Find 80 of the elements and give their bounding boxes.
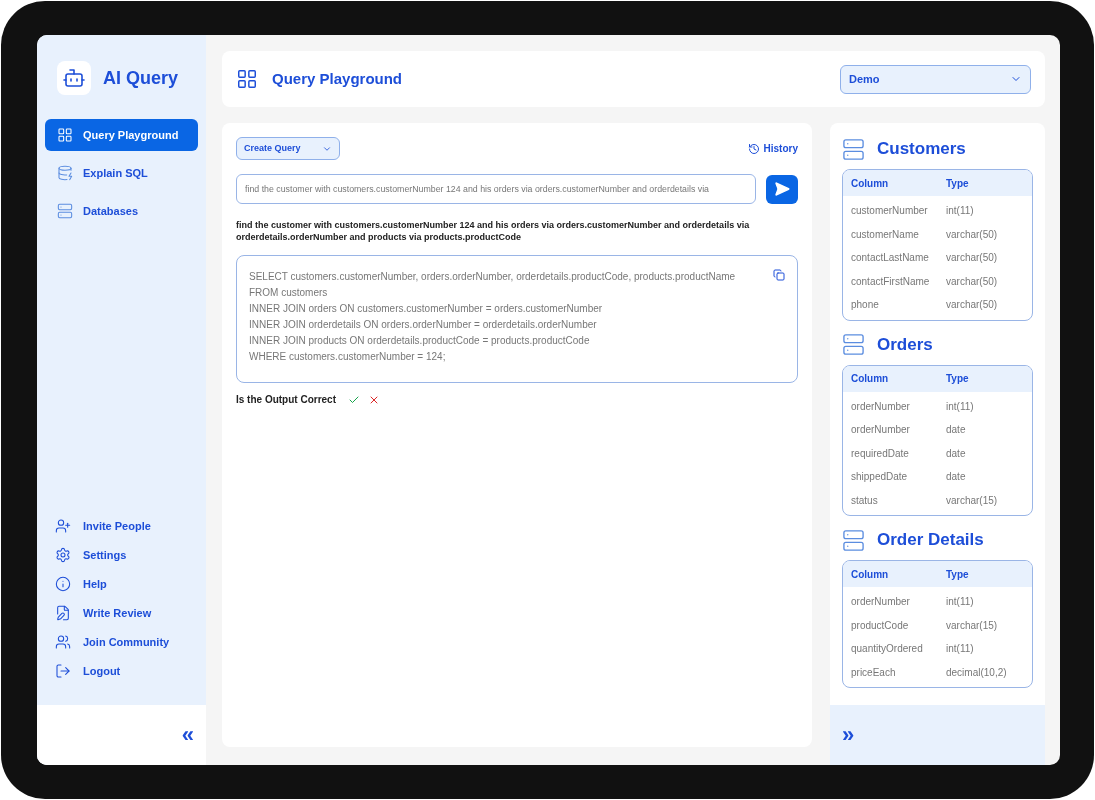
feedback-question: Is the Output Correct <box>236 393 336 407</box>
database-icon <box>57 165 73 181</box>
column-header: Column <box>851 176 890 191</box>
sql-line: INNER JOIN orderdetails ON orders.orderNumber = orderdetails.orderNumber <box>249 318 598 332</box>
page-title: Query Playground <box>272 68 403 89</box>
column-header: Type <box>946 567 969 582</box>
pen-note-icon <box>55 605 71 621</box>
table-cell-text: varchar(15) <box>946 618 998 633</box>
table-cell-text: varchar(50) <box>946 274 998 289</box>
table-cell-text: date <box>946 470 966 485</box>
nav-item[interactable]: Databases <box>45 195 198 227</box>
server-icon <box>57 203 73 219</box>
table-cell-text: status <box>851 493 879 508</box>
table-cell-text: requiredDate <box>851 446 910 461</box>
table-title: Order Details <box>877 529 984 552</box>
sidebar-link[interactable]: Help <box>55 574 188 594</box>
table-cell-text: orderNumber <box>851 399 911 414</box>
history-icon <box>747 142 760 155</box>
table-cell-text: quantityOrdered <box>851 642 924 657</box>
sidebar-link[interactable]: Join Community <box>55 632 188 652</box>
table-cell-text: date <box>946 423 966 438</box>
table-cell-text: priceEach <box>851 665 897 680</box>
table-cell-text: contactFirstName <box>851 274 931 289</box>
database-select[interactable]: Demo <box>840 64 1031 94</box>
grid-icon <box>236 68 258 90</box>
table-cell-text: contactLastName <box>851 251 930 266</box>
settings-icon <box>55 547 71 563</box>
send-icon <box>774 181 790 197</box>
nav-item[interactable]: Explain SQL <box>45 157 198 189</box>
table-cell-text: customerNumber <box>851 204 929 219</box>
table-cell-text: int(11) <box>946 642 974 657</box>
sql-line: SELECT customers.customerNumber, orders.orderNumber, orderdetails.productCode, products.productName <box>249 270 736 284</box>
table-title: Customers <box>877 138 966 161</box>
table-cell-text: int(11) <box>946 204 974 219</box>
table-cell-text: varchar(50) <box>946 298 998 313</box>
column-header: Column <box>851 567 890 582</box>
table-cell-text: int(11) <box>946 399 974 414</box>
send-button[interactable] <box>766 174 798 204</box>
query-input-field[interactable]: find the customer with customers.customerNumber 124 and his orders via orders.customerNumber and orderdetails via <box>236 174 756 204</box>
table-cell-text: orderNumber <box>851 423 911 438</box>
table-cell-text: varchar(15) <box>946 493 998 508</box>
sidebar-link[interactable]: Invite People <box>55 516 188 536</box>
copy-icon[interactable] <box>773 269 785 281</box>
table-title: Orders <box>877 333 933 356</box>
sidebar-link[interactable]: Write Review <box>55 603 188 623</box>
expand-panel-button[interactable]: » <box>842 724 855 746</box>
table-cell-text: varchar(50) <box>946 227 998 242</box>
nav-item[interactable]: Query Playground <box>45 119 198 151</box>
user-plus-icon <box>55 518 71 534</box>
logout-icon <box>55 663 71 679</box>
table-cell-text: shippedDate <box>851 470 909 485</box>
prompt-text: find the customer with customers.customerNumber 124 and his orders via orders.customerNumber and orderdetails via orderdetails.orderNumber and products via products.productCode <box>236 219 751 243</box>
sql-line: FROM customers <box>249 286 329 300</box>
sidebar-link[interactable]: Settings <box>55 545 188 565</box>
sql-line: WHERE customers.customerNumber = 124; <box>249 350 447 364</box>
server-icon <box>842 528 865 552</box>
grid-icon <box>57 127 73 143</box>
server-icon <box>842 333 865 356</box>
table-cell-text: productCode <box>851 618 910 633</box>
table-cell-text: orderNumber <box>851 595 911 610</box>
column-header: Type <box>946 176 969 191</box>
sql-line: INNER JOIN products ON orderdetails.productCode = products.productCode <box>249 334 591 348</box>
column-header: Column <box>851 372 890 386</box>
sidebar-link[interactable]: Logout <box>55 661 188 681</box>
info-icon <box>55 576 71 592</box>
app-name: AI Query <box>103 66 179 90</box>
table-cell-text: phone <box>851 298 880 313</box>
sql-line: INNER JOIN orders ON customers.customerNumber = orders.customerNumber <box>249 302 604 316</box>
history-link[interactable]: History <box>747 141 798 156</box>
table-cell-text: decimal(10,2) <box>946 665 1007 680</box>
robot-logo-icon <box>57 61 91 95</box>
people-icon <box>55 634 71 650</box>
collapse-sidebar-button[interactable]: « <box>181 724 194 746</box>
table-cell-text: int(11) <box>946 595 974 610</box>
server-icon <box>842 137 865 161</box>
table-cell-text: customerName <box>851 227 920 242</box>
table-cell-text: date <box>946 446 966 461</box>
table-cell-text: varchar(50) <box>946 251 998 266</box>
column-header: Type <box>946 372 969 386</box>
query-mode-select[interactable]: Create Query <box>236 137 340 160</box>
